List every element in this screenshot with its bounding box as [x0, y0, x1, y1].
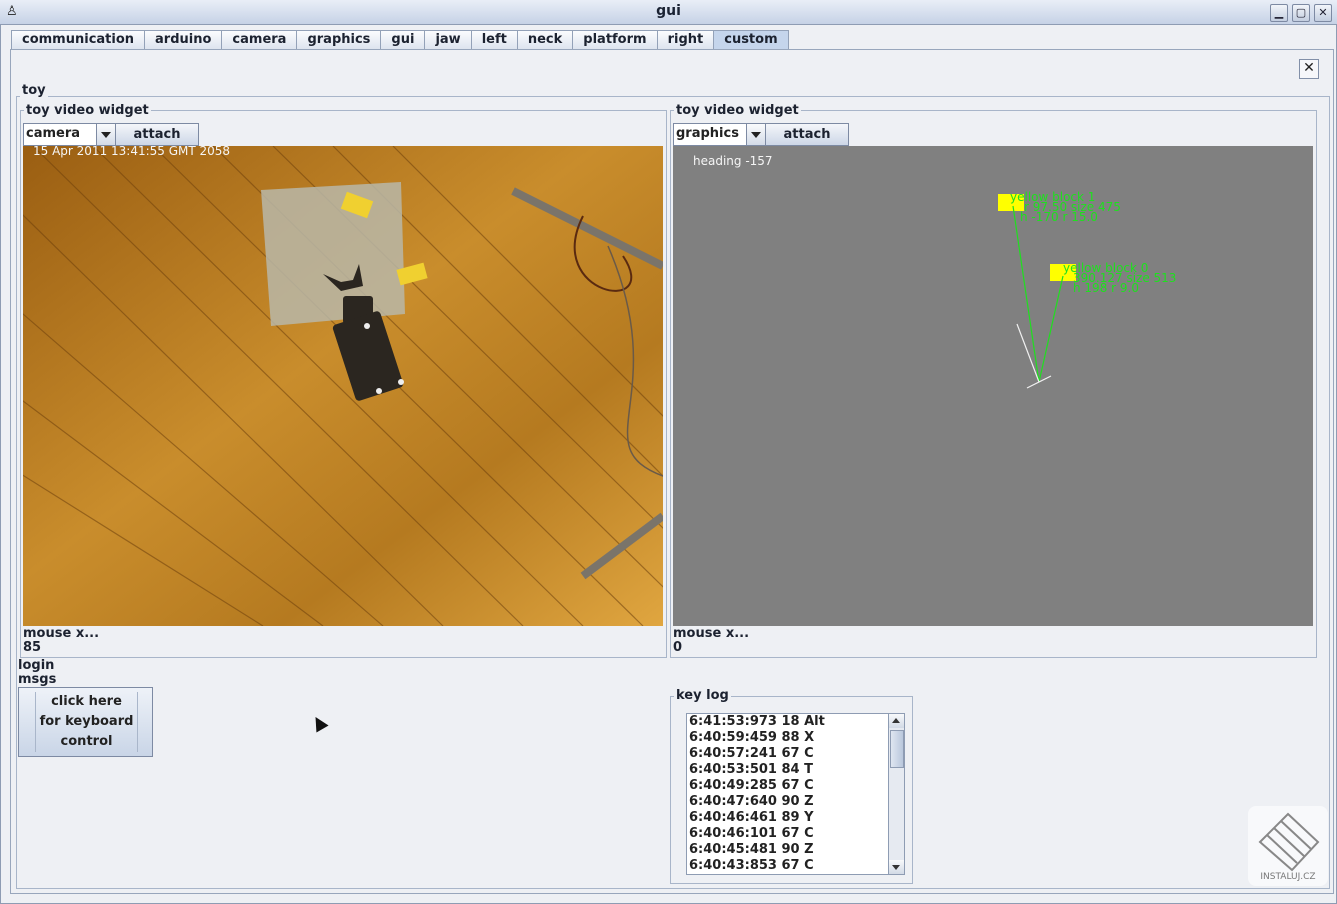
watermark-text: INSTALUJ.CZ	[1260, 872, 1316, 882]
msgs-label: msgs	[18, 672, 57, 687]
key-log-list[interactable]: 6:41:53:973 18 Alt 6:40:59:459 88 X 6:40…	[686, 713, 890, 875]
list-item[interactable]: 6:40:47:640 90 Z	[687, 794, 889, 810]
watermark-icon	[1258, 812, 1320, 872]
block1-heading: h -170 r 15.0	[1020, 210, 1098, 224]
tab-communication[interactable]: communication	[11, 30, 146, 49]
list-item[interactable]: 6:40:46:461 89 Y	[687, 810, 889, 826]
left-attach-button[interactable]: attach	[115, 123, 199, 146]
keyboard-button-label: click here for keyboard control	[35, 692, 138, 752]
scroll-thumb[interactable]	[890, 730, 904, 768]
tracking-overlay	[998, 194, 1076, 389]
chevron-down-icon[interactable]	[746, 124, 765, 145]
scroll-down-icon[interactable]	[889, 860, 904, 874]
right-widget-title: toy video widget	[674, 103, 801, 118]
tab-platform[interactable]: platform	[572, 30, 658, 49]
minimize-button[interactable]: ▁	[1270, 4, 1288, 22]
key-log-title: key log	[674, 688, 731, 703]
right-mouse-value: 0	[673, 640, 683, 655]
tab-strip: communication arduino camera graphics gu…	[11, 30, 789, 49]
left-widget-title: toy video widget	[24, 103, 151, 118]
left-source-value: camera	[26, 126, 81, 141]
chevron-down-icon[interactable]	[96, 124, 115, 145]
tab-left[interactable]: left	[470, 30, 518, 49]
list-item[interactable]: 6:40:53:501 84 T	[687, 762, 889, 778]
window-close-button[interactable]: ✕	[1314, 4, 1332, 22]
floor-scene-image	[23, 146, 663, 626]
watermark-logo: INSTALUJ.CZ	[1248, 806, 1328, 886]
key-log-scrollbar[interactable]	[888, 713, 905, 875]
list-item[interactable]: 6:41:53:973 18 Alt	[687, 714, 889, 730]
right-source-value: graphics	[676, 126, 739, 141]
list-item[interactable]: 6:40:49:285 67 C	[687, 778, 889, 794]
right-mouse-label: mouse x...	[673, 626, 750, 641]
left-mouse-label: mouse x...	[23, 626, 100, 641]
list-item[interactable]: 6:40:57:241 67 C	[687, 746, 889, 762]
tab-right[interactable]: right	[656, 30, 715, 49]
tab-camera[interactable]: camera	[221, 30, 298, 49]
tab-graphics[interactable]: graphics	[296, 30, 382, 49]
list-item[interactable]: 6:40:43:853 67 C	[687, 858, 889, 874]
keyboard-control-button[interactable]: click here for keyboard control	[18, 687, 153, 757]
login-label: login	[18, 658, 55, 673]
panel-close-button[interactable]: ✕	[1299, 59, 1319, 79]
video-timestamp: 15 Apr 2011 13:41:55 GMT 2058	[33, 146, 231, 158]
scroll-up-icon[interactable]	[889, 714, 904, 728]
panel-title: toy	[20, 83, 48, 98]
tab-gui[interactable]: gui	[380, 30, 426, 49]
list-item[interactable]: 6:40:45:481 90 Z	[687, 842, 889, 858]
tab-custom[interactable]: custom	[713, 30, 789, 49]
block0-heading: h 198 r 9.0	[1073, 281, 1139, 295]
left-source-select[interactable]: camera	[23, 123, 116, 146]
tab-neck[interactable]: neck	[516, 30, 574, 49]
tab-jaw[interactable]: jaw	[424, 30, 472, 49]
maximize-button[interactable]: ▢	[1292, 4, 1310, 22]
camera-video-feed[interactable]: 15 Apr 2011 13:41:55 GMT 2058	[23, 146, 663, 626]
right-source-select[interactable]: graphics	[673, 123, 766, 146]
list-item[interactable]: 6:40:59:459 88 X	[687, 730, 889, 746]
title-bar[interactable]: ♙ gui ▁ ▢ ✕	[0, 0, 1337, 25]
left-mouse-value: 85	[23, 640, 42, 655]
list-item[interactable]: 6:40:46:101 67 C	[687, 826, 889, 842]
graphics-display[interactable]: heading -157 yellow block 1 r 97.50 size…	[673, 146, 1313, 626]
right-attach-button[interactable]: attach	[765, 123, 849, 146]
tab-arduino[interactable]: arduino	[144, 30, 223, 49]
window-title: gui	[656, 3, 681, 19]
